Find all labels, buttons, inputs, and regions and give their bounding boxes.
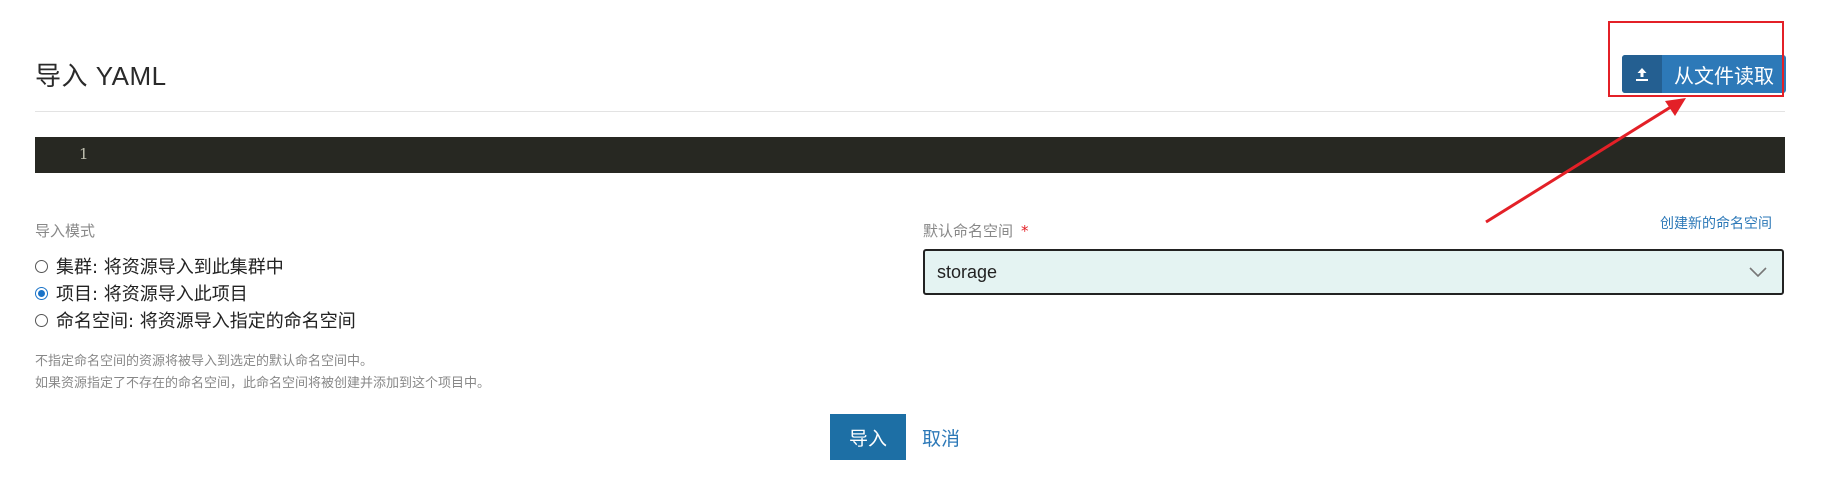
radio-cluster-label: 集群: 将资源导入到此集群中 bbox=[56, 257, 284, 278]
radio-option-namespace[interactable]: 命名空间: 将资源导入指定的命名空间 bbox=[35, 307, 356, 333]
cancel-button[interactable]: 取消 bbox=[922, 414, 960, 460]
import-mode-label: 导入模式 bbox=[35, 222, 96, 240]
radio-option-cluster[interactable]: 集群: 将资源导入到此集群中 bbox=[35, 253, 284, 279]
radio-namespace-label: 命名空间: 将资源导入指定的命名空间 bbox=[56, 311, 356, 332]
radio-option-project[interactable]: 项目: 将资源导入此项目 bbox=[35, 280, 248, 306]
help-note-2: 如果资源指定了不存在的命名空间，此命名空间将被创建并添加到这个项目中。 bbox=[35, 376, 491, 391]
create-namespace-link[interactable]: 创建新的命名空间 bbox=[1660, 213, 1772, 233]
required-mark: * bbox=[1021, 222, 1029, 240]
header-divider bbox=[35, 111, 1785, 112]
annotation-highlight-box bbox=[1608, 21, 1784, 97]
namespace-select[interactable]: storage bbox=[923, 249, 1784, 295]
radio-cluster[interactable] bbox=[35, 259, 48, 273]
radio-project[interactable] bbox=[35, 286, 48, 300]
page-title: 导入 YAML bbox=[35, 61, 167, 91]
import-button[interactable]: 导入 bbox=[830, 414, 906, 460]
yaml-editor[interactable]: 1 bbox=[35, 137, 1785, 173]
help-note-1: 不指定命名空间的资源将被导入到选定的默认命名空间中。 bbox=[35, 354, 374, 369]
namespace-select-value: storage bbox=[937, 261, 998, 282]
annotation-arrow bbox=[1485, 98, 1686, 224]
chevron-down-icon bbox=[1748, 263, 1768, 286]
default-namespace-label: 默认命名空间 * bbox=[923, 220, 1029, 241]
radio-namespace[interactable] bbox=[35, 313, 48, 327]
radio-project-label: 项目: 将资源导入此项目 bbox=[56, 284, 248, 305]
default-namespace-label-text: 默认命名空间 bbox=[923, 222, 1014, 240]
editor-line-number: 1 bbox=[79, 145, 89, 163]
